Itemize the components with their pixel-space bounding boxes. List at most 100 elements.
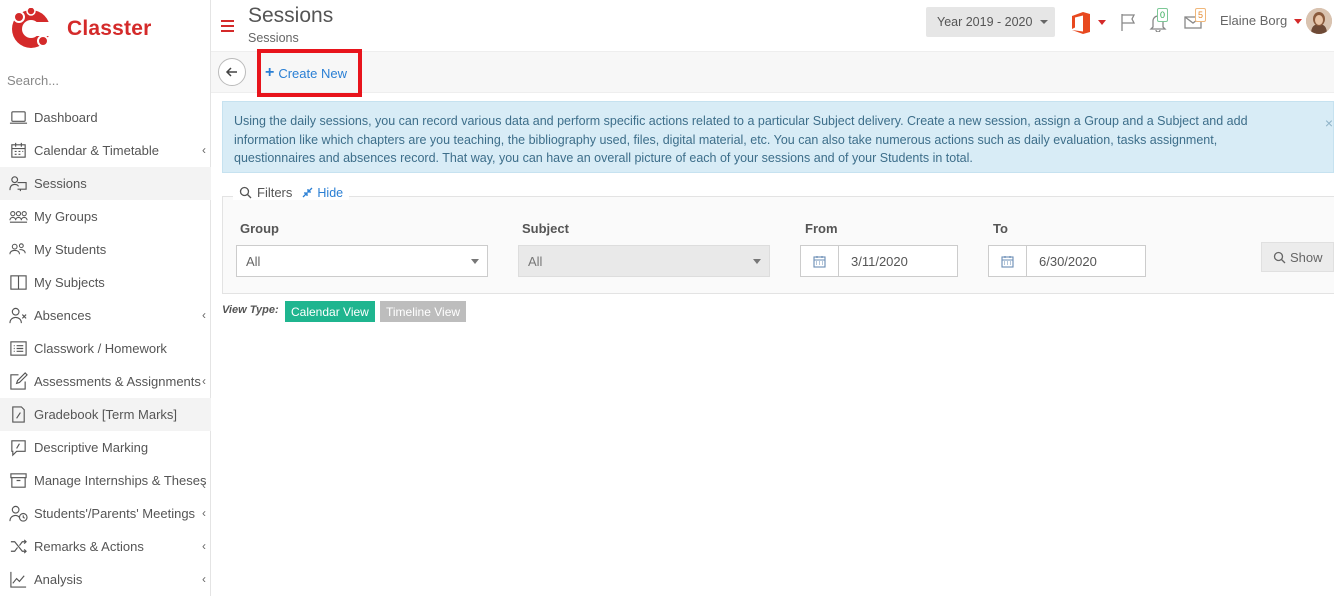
sidebar-item-sessions[interactable]: Sessions — [0, 167, 211, 200]
year-select[interactable]: Year 2019 - 2020 — [926, 7, 1055, 37]
book-icon — [8, 273, 28, 293]
sidebar-item-internships[interactable]: Manage Internships & Theses ‹ — [0, 464, 211, 497]
close-icon[interactable]: × — [1325, 114, 1333, 133]
calendar-icon — [8, 141, 28, 161]
chart-icon — [8, 570, 28, 590]
user-name[interactable]: Elaine Borg — [1220, 13, 1287, 28]
create-new-button[interactable]: + Create New — [257, 49, 362, 97]
sidebar-item-meetings[interactable]: Students'/Parents' Meetings ‹ — [0, 497, 211, 530]
avatar[interactable] — [1306, 8, 1332, 34]
sidebar-item-my-students[interactable]: My Students — [0, 233, 211, 266]
calendar-icon[interactable] — [988, 245, 1027, 277]
sidebar-item-label: Dashboard — [34, 110, 98, 125]
edit-icon — [8, 372, 28, 392]
subject-label: Subject — [522, 221, 569, 236]
year-select-value: Year 2019 - 2020 — [937, 15, 1033, 29]
brand-logo[interactable]: Classter — [10, 6, 152, 50]
to-date-field[interactable]: 6/30/2020 — [988, 245, 1146, 277]
info-alert-text: Using the daily sessions, you can record… — [234, 114, 1248, 165]
sidebar-item-classwork[interactable]: Classwork / Homework — [0, 332, 211, 365]
list-icon — [8, 339, 28, 359]
sidebar-item-my-subjects[interactable]: My Subjects — [0, 266, 211, 299]
sidebar: Classter Dashboard Calendar & Timetable … — [0, 0, 211, 596]
office-icon[interactable] — [1071, 12, 1091, 34]
hide-filters-link[interactable]: Hide — [302, 186, 343, 200]
group-select-value: All — [246, 253, 261, 269]
arrow-left-icon — [225, 67, 237, 77]
toolbar: + Create New — [211, 49, 1334, 97]
subject-select-value: All — [528, 253, 543, 269]
office-caret-icon[interactable] — [1098, 20, 1106, 25]
sidebar-item-label: Remarks & Actions — [34, 539, 144, 554]
user-caret-icon[interactable] — [1294, 19, 1302, 24]
breadcrumb: Sessions — [248, 31, 299, 45]
sidebar-item-absences[interactable]: Absences ‹ — [0, 299, 211, 332]
sidebar-item-label: Calendar & Timetable — [34, 143, 160, 158]
laptop-icon — [8, 108, 28, 128]
from-date-input[interactable]: 3/11/2020 — [839, 245, 958, 277]
chevron-left-icon: ‹ — [202, 506, 206, 520]
plus-icon: + — [265, 64, 275, 81]
calendar-icon[interactable] — [800, 245, 839, 277]
presentation-icon — [8, 174, 28, 194]
to-date-input[interactable]: 6/30/2020 — [1027, 245, 1146, 277]
meeting-icon — [8, 504, 28, 524]
sidebar-item-label: Manage Internships & Theses — [34, 473, 207, 488]
timeline-view-button[interactable]: Timeline View — [380, 301, 467, 322]
hamburger-menu-icon[interactable] — [221, 20, 234, 33]
back-button[interactable] — [218, 58, 246, 86]
show-button[interactable]: Show — [1261, 242, 1334, 272]
calendar-view-button[interactable]: Calendar View — [285, 301, 375, 322]
sidebar-item-label: My Groups — [34, 209, 98, 224]
caret-down-icon — [1040, 20, 1049, 24]
sidebar-item-label: Absences — [34, 308, 92, 323]
search-icon — [1273, 251, 1286, 263]
group-label: Group — [240, 221, 279, 236]
page-title: Sessions — [248, 4, 334, 27]
sidebar-item-descriptive-marking[interactable]: Descriptive Marking — [0, 431, 211, 464]
brand-name: Classter — [67, 17, 152, 40]
chevron-left-icon: ‹ — [202, 308, 206, 322]
filters-header: Filters Hide — [233, 185, 350, 200]
sidebar-item-analysis[interactable]: Analysis ‹ — [0, 563, 211, 596]
from-date-field[interactable]: 3/11/2020 — [800, 245, 958, 277]
info-alert: Using the daily sessions, you can record… — [222, 101, 1334, 173]
sidebar-item-remarks[interactable]: Remarks & Actions ‹ — [0, 530, 211, 563]
sidebar-item-label: My Subjects — [34, 275, 105, 290]
classter-logo-icon — [10, 6, 52, 50]
create-new-label: Create New — [278, 65, 347, 81]
view-type-label: View Type: — [222, 304, 279, 316]
sidebar-item-dashboard[interactable]: Dashboard — [0, 101, 211, 134]
group-select[interactable]: All — [236, 245, 488, 277]
groups-icon — [8, 207, 28, 227]
chevron-left-icon: ‹ — [202, 539, 206, 553]
search-input[interactable] — [7, 73, 202, 88]
students-icon — [8, 240, 28, 260]
user-x-icon — [8, 306, 28, 326]
chevron-left-icon: ‹ — [202, 478, 206, 492]
sidebar-item-calendar[interactable]: Calendar & Timetable ‹ — [0, 134, 211, 167]
archive-icon — [8, 471, 28, 491]
from-label: From — [805, 221, 838, 236]
sidebar-item-my-groups[interactable]: My Groups — [0, 200, 211, 233]
sidebar-item-gradebook[interactable]: Gradebook [Term Marks] — [0, 398, 211, 431]
sidebar-item-label: Classwork / Homework — [34, 341, 167, 356]
sidebar-item-label: Assessments & Assignments — [34, 374, 201, 389]
chevron-left-icon: ‹ — [202, 143, 206, 157]
sidebar-item-assessments[interactable]: Assessments & Assignments ‹ — [0, 365, 211, 398]
descriptive-icon — [8, 438, 28, 458]
sidebar-item-label: Analysis — [34, 572, 83, 587]
subject-select[interactable]: All — [518, 245, 770, 277]
flag-icon[interactable] — [1119, 12, 1139, 32]
filters-title: Filters — [257, 185, 293, 200]
chevron-left-icon: ‹ — [202, 374, 206, 388]
compress-icon — [302, 187, 313, 198]
sidebar-item-label: Descriptive Marking — [34, 440, 149, 455]
sidebar-item-label: Gradebook [Term Marks] — [34, 407, 178, 422]
chevron-left-icon: ‹ — [202, 572, 206, 586]
to-label: To — [993, 221, 1008, 236]
sidebar-item-label: Sessions — [34, 176, 87, 191]
caret-down-icon — [753, 259, 761, 264]
caret-down-icon — [471, 259, 479, 264]
messages-badge: 5 — [1195, 8, 1207, 22]
